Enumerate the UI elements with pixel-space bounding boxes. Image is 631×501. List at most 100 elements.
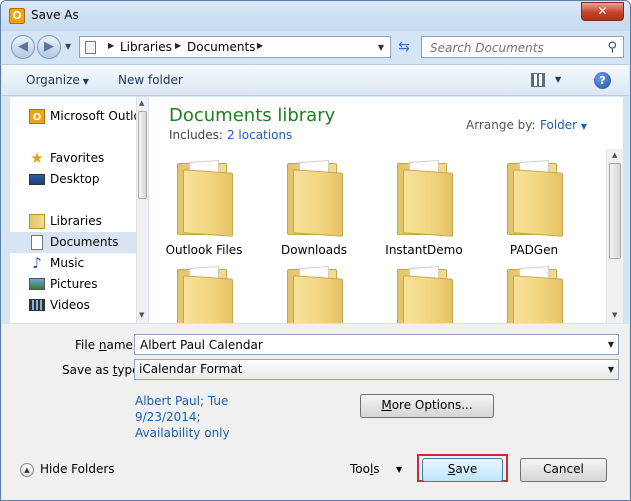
organize-button[interactable]: Organize ▼ (26, 73, 89, 87)
refresh-icon[interactable]: ⇆ (393, 36, 415, 58)
library-includes: Includes: 2 locations (169, 128, 292, 142)
navigation-scrollbar[interactable]: ▲ ▼ (136, 97, 148, 323)
hide-folders-label: Hide Folders (40, 462, 115, 476)
outlook-icon: O (29, 109, 45, 124)
folder-item[interactable]: PADGen (479, 159, 589, 259)
chevron-right-icon[interactable]: ▶ (108, 41, 114, 50)
scroll-down-icon[interactable]: ▼ (139, 311, 144, 319)
sidebar-item-label: Favorites (50, 151, 105, 165)
scroll-up-icon[interactable]: ▲ (139, 99, 144, 107)
file-name-label: File name: (75, 338, 137, 352)
collapse-up-icon: ▲ (20, 462, 34, 477)
change-view-icon[interactable] (531, 73, 545, 87)
button-text: s (373, 462, 380, 476)
file-list-pane: Documents library Includes: 2 locations A… (149, 97, 623, 323)
sidebar-item-libraries[interactable]: Libraries (10, 211, 136, 232)
more-options-button[interactable]: More Options... (360, 394, 494, 418)
save-button[interactable]: Save (422, 458, 503, 482)
sidebar-item-desktop[interactable]: Desktop (10, 169, 136, 190)
folder-label: Outlook Files (165, 243, 243, 257)
file-list-scrollbar[interactable]: ▲ ▼ (606, 149, 623, 323)
sidebar-item-videos[interactable]: Videos (10, 295, 136, 316)
save-type-select[interactable]: iCalendar Format ▼ (134, 359, 619, 380)
folder-icon (397, 265, 453, 323)
scroll-up-icon[interactable]: ▲ (612, 151, 617, 159)
chevron-down-icon[interactable]: ▼ (608, 365, 614, 374)
sidebar-item-pictures[interactable]: Pictures (10, 274, 136, 295)
locations-link[interactable]: 2 locations (227, 128, 292, 142)
folder-item[interactable] (259, 265, 369, 323)
folder-item[interactable]: Downloads (259, 159, 369, 259)
command-toolbar: Organize ▼ New folder ▼ ? (2, 64, 629, 96)
sidebar-item-outlook[interactable]: O Microsoft Outlo (10, 106, 136, 127)
button-accesskey: M (381, 398, 392, 412)
new-folder-button[interactable]: New folder (118, 73, 183, 87)
desktop-icon (29, 174, 45, 185)
star-icon: ★ (30, 149, 44, 167)
title-bar: O Save As ✕ (1, 1, 630, 31)
forward-button[interactable]: ▶ (37, 35, 61, 59)
folder-item[interactable]: Outlook Files (149, 159, 259, 259)
save-as-dialog: O Save As ✕ ◀ ▶ ▼ ▶ Libraries ▶ Document… (0, 0, 631, 501)
folder-icon (177, 265, 233, 323)
library-title: Documents library (169, 105, 336, 126)
window-title: Save As (31, 8, 79, 22)
folder-item[interactable] (149, 265, 259, 323)
library-icon (85, 41, 96, 54)
folder-item[interactable] (369, 265, 479, 323)
library-icon (29, 214, 45, 229)
address-bar[interactable]: ▶ Libraries ▶ Documents ▶ ▼ (79, 36, 391, 58)
file-name-field[interactable]: ▼ (134, 334, 619, 355)
pictures-icon (29, 278, 45, 290)
label-text: File (75, 338, 99, 352)
folder-item[interactable] (479, 265, 589, 323)
file-name-input[interactable] (138, 336, 578, 353)
sidebar-item-label: Documents (50, 235, 119, 249)
scrollbar-thumb[interactable] (609, 163, 621, 259)
close-button[interactable]: ✕ (581, 2, 624, 21)
chevron-right-icon[interactable]: ▶ (257, 41, 263, 50)
back-button[interactable]: ◀ (11, 35, 35, 59)
breadcrumb-documents[interactable]: Documents (187, 40, 255, 54)
sidebar-item-documents[interactable]: Documents (10, 232, 136, 253)
chevron-right-icon[interactable]: ▶ (175, 41, 181, 50)
search-icon[interactable]: ⚲ (607, 40, 617, 55)
navigation-bar: ◀ ▶ ▼ ▶ Libraries ▶ Documents ▶ ▼ ⇆ ⚲ (1, 31, 630, 63)
scrollbar-thumb[interactable] (138, 111, 147, 199)
folder-icon (287, 159, 343, 237)
sidebar-item-label: Videos (50, 298, 90, 312)
cancel-button[interactable]: Cancel (520, 458, 607, 482)
organize-label: Organize (26, 73, 80, 87)
sidebar-item-favorites[interactable]: ★ Favorites (10, 148, 136, 169)
button-text: Too (350, 462, 370, 476)
address-dropdown-icon[interactable]: ▼ (378, 43, 384, 52)
hide-folders-button[interactable]: ▲ Hide Folders (20, 462, 115, 477)
arrange-by-label: Arrange by: (466, 118, 536, 132)
help-icon[interactable]: ? (594, 72, 611, 89)
folder-label: Downloads (281, 243, 347, 257)
breadcrumb-libraries[interactable]: Libraries (120, 40, 172, 54)
sidebar-item-label: Microsoft Outlo (50, 109, 136, 123)
scroll-down-icon[interactable]: ▼ (612, 311, 617, 319)
chevron-down-icon: ▼ (580, 122, 588, 131)
arrange-by-dropdown[interactable]: Folder ▼ (540, 118, 587, 132)
tools-button[interactable]: Tools (350, 462, 380, 476)
folder-item[interactable]: InstantDemo (369, 159, 479, 259)
includes-label: Includes: (169, 128, 223, 142)
chevron-down-icon[interactable]: ▼ (608, 340, 614, 349)
label-accesskey: n (98, 338, 107, 352)
item-info-link[interactable]: Albert Paul; Tue 9/23/2014; Availability… (135, 393, 265, 441)
recent-pages-dropdown[interactable]: ▼ (65, 42, 71, 51)
navigation-pane: O Microsoft Outlo ★ Favorites Desktop Li… (10, 97, 148, 323)
sidebar-item-label: Desktop (50, 172, 100, 186)
sidebar-item-music[interactable]: ♪ Music (10, 253, 136, 274)
search-box[interactable]: ⚲ (421, 36, 624, 58)
chevron-down-icon[interactable]: ▼ (396, 465, 402, 474)
chevron-down-icon: ▼ (82, 77, 89, 86)
save-type-value: iCalendar Format (139, 362, 243, 376)
search-input[interactable] (428, 38, 598, 57)
folder-icon (177, 159, 233, 237)
videos-icon (29, 299, 45, 311)
save-options-panel: File name: ▼ Save as type: iCalendar For… (2, 324, 629, 500)
more-views-dropdown-icon[interactable]: ▼ (555, 75, 561, 84)
